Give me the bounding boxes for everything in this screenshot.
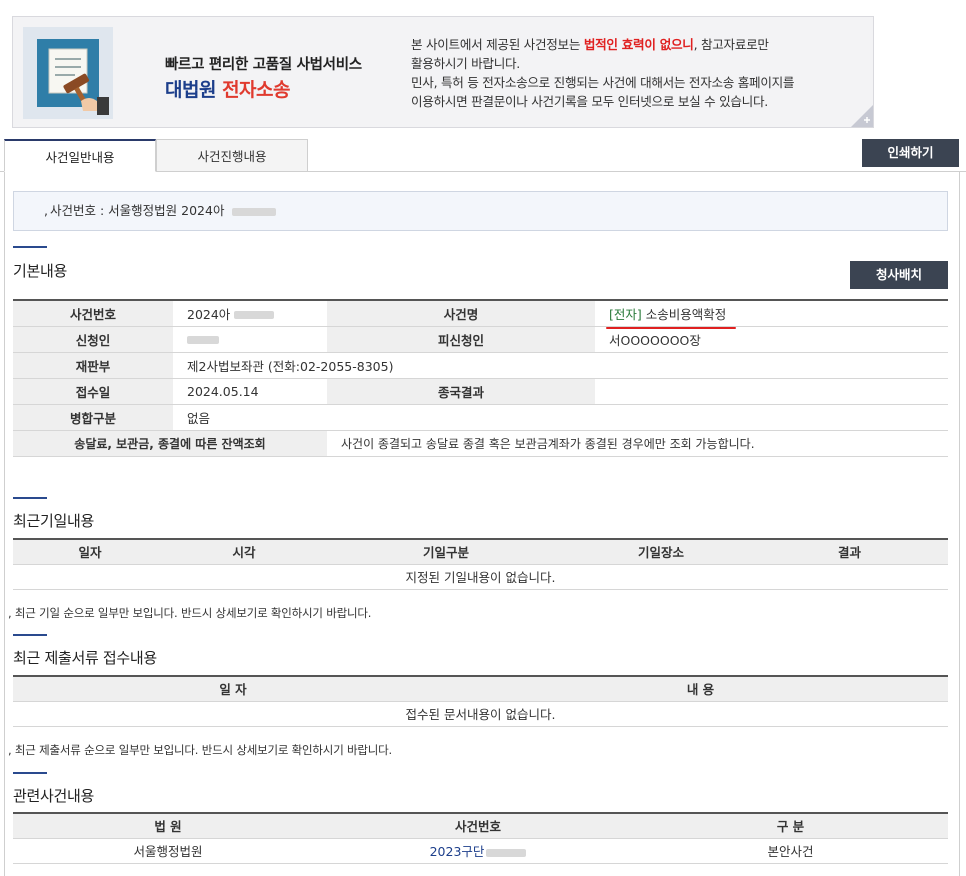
documents-section-title: 최근 제출서류 접수내용 (13, 649, 157, 667)
column-header: 결과 (751, 539, 948, 565)
tab-case-progress[interactable]: 사건진행내용 (156, 139, 308, 172)
table-row: 신청인 피신청인 서OOOOOOO장 (13, 326, 948, 353)
field-label: 신청인 (13, 326, 173, 353)
table-row: 접수일 2024.05.14 종국결과 (13, 378, 948, 405)
gavel-document-illustration (23, 27, 113, 119)
brand-main: 대법원 (165, 79, 216, 101)
redacted-value (234, 311, 275, 320)
field-value: [전자] 소송비용액확정 (595, 300, 948, 327)
section-marker (13, 246, 47, 248)
electronic-tag: [전자] (609, 306, 642, 322)
tab-bar: 사건일반내용 사건진행내용 (0, 139, 966, 172)
field-value: 2024아 (173, 300, 327, 327)
content-frame (4, 171, 960, 876)
column-header: 시각 (167, 539, 321, 565)
field-label: 병합구분 (13, 404, 173, 431)
print-button[interactable]: 인쇄하기 (862, 139, 959, 167)
balance-inquiry-value: 사건이 종결되고 송달료 종결 혹은 보관금계좌가 종결된 경우에만 조회 가능… (327, 430, 948, 457)
documents-note: , 최근 제출서류 순으로 일부만 보입니다. 반드시 상세보기로 확인하시기 … (8, 743, 393, 757)
redacted-value (187, 336, 219, 344)
table-row: 사건번호 2024아 사건명 [전자] 소송비용액확정 (13, 300, 948, 327)
case-number-value: 2024아 (187, 306, 231, 322)
related-type: 본안사건 (633, 838, 948, 864)
column-header: 법 원 (13, 813, 323, 839)
section-marker (13, 634, 47, 636)
basic-info-table: 사건번호 2024아 사건명 [전자] 소송비용액확정 신청인 피신청인 서OO… (13, 299, 948, 457)
hearing-section-title: 최근기일내용 (13, 512, 95, 530)
final-result-value (595, 378, 948, 405)
court-division-value: 제2사법보좌관 (전화:02-2055-8305) (173, 352, 948, 379)
documents-table: 일 자 내 용 접수된 문서내용이 없습니다. (13, 675, 948, 727)
notice-line1-pre: 본 사이트에서 제공된 사건정보는 (411, 37, 584, 52)
field-label: 사건번호 (13, 300, 173, 327)
field-label: 사건명 (327, 300, 595, 327)
brand-accent: 전자소송 (222, 79, 290, 101)
receipt-date-value: 2024.05.14 (173, 378, 327, 405)
field-label: 피신청인 (327, 326, 595, 353)
field-label: 송달료, 보관금, 종결에 따른 잔액조회 (13, 430, 327, 457)
notice-warning: 법적인 효력이 없으니 (583, 37, 694, 52)
banner-tagline: 빠르고 편리한 고품질 사법서비스 (165, 57, 362, 73)
field-label: 접수일 (13, 378, 173, 405)
hearing-note: , 최근 기일 순으로 일부만 보입니다. 반드시 상세보기로 확인하시기 바랍… (8, 606, 372, 620)
case-header-bullet: , (44, 203, 48, 218)
courthouse-map-button[interactable]: 청사배치 (850, 261, 948, 289)
notice-line2: 활용하시기 바랍니다. (411, 56, 520, 71)
table-header-row: 일자 시각 기일구분 기일장소 결과 (13, 539, 948, 565)
column-header: 기일구분 (321, 539, 571, 565)
empty-message: 지정된 기일내용이 없습니다. (13, 564, 948, 590)
related-cases-table: 법 원 사건번호 구 분 서울행정법원 2023구단 본안사건 (13, 812, 948, 864)
notice-line3: 민사, 특허 등 전자소송으로 진행되는 사건에 대해서는 전자소송 홈페이지를 (411, 75, 795, 90)
column-header: 일 자 (13, 676, 453, 702)
table-row: 접수된 문서내용이 없습니다. (13, 701, 948, 727)
related-case-number-cell[interactable]: 2023구단 (323, 838, 633, 864)
redacted-value (486, 848, 527, 857)
basic-section-title: 기본내용 (13, 262, 68, 280)
empty-message: 접수된 문서내용이 없습니다. (13, 701, 948, 727)
case-name-value: 소송비용액확정 (641, 306, 727, 322)
plus-corner-icon[interactable] (851, 105, 873, 127)
case-header: , 사건번호 : 서울행정법원 2024아 (13, 191, 948, 231)
merge-type-value: 없음 (173, 404, 948, 431)
banner-brand: 대법원 전자소송 (165, 75, 290, 102)
notice-line4: 이용하시면 판결문이나 사건기록을 모두 인터넷으로 보실 수 있습니다. (411, 94, 768, 109)
table-header-row: 법 원 사건번호 구 분 (13, 813, 948, 839)
column-header: 내 용 (453, 676, 948, 702)
column-header: 구 분 (633, 813, 948, 839)
field-value (173, 326, 327, 353)
related-section-title: 관련사건내용 (13, 787, 95, 805)
column-header: 일자 (13, 539, 167, 565)
field-label: 종국결과 (327, 378, 595, 405)
case-header-text: 사건번호 : 서울행정법원 2024아 (50, 203, 225, 218)
banner: 빠르고 편리한 고품질 사법서비스 대법원 전자소송 본 사이트에서 제공된 사… (12, 16, 874, 128)
table-row: 송달료, 보관금, 종결에 따른 잔액조회 사건이 종결되고 송달료 종결 혹은… (13, 430, 948, 457)
table-row: 지정된 기일내용이 없습니다. (13, 564, 948, 590)
field-label: 재판부 (13, 352, 173, 379)
column-header: 사건번호 (323, 813, 633, 839)
respondent-value: 서OOOOOOO장 (595, 326, 948, 353)
section-marker (13, 497, 47, 499)
tab-case-general[interactable]: 사건일반내용 (4, 139, 156, 172)
related-court: 서울행정법원 (13, 838, 323, 864)
column-header: 기일장소 (571, 539, 751, 565)
table-row: 재판부 제2사법보좌관 (전화:02-2055-8305) (13, 352, 948, 379)
notice-line1-post: , 참고자료로만 (693, 37, 769, 52)
banner-notice: 본 사이트에서 제공된 사건정보는 법적인 효력이 없으니, 참고자료로만 활용… (411, 35, 861, 111)
red-underline-annotation (606, 327, 736, 329)
section-marker (13, 772, 47, 774)
redacted-case-number (232, 207, 277, 216)
table-header-row: 일 자 내 용 (13, 676, 948, 702)
table-row: 병합구분 없음 (13, 404, 948, 431)
table-row: 서울행정법원 2023구단 본안사건 (13, 838, 948, 864)
hearing-table: 일자 시각 기일구분 기일장소 결과 지정된 기일내용이 없습니다. (13, 538, 948, 590)
related-case-link[interactable]: 2023구단 (430, 844, 485, 859)
